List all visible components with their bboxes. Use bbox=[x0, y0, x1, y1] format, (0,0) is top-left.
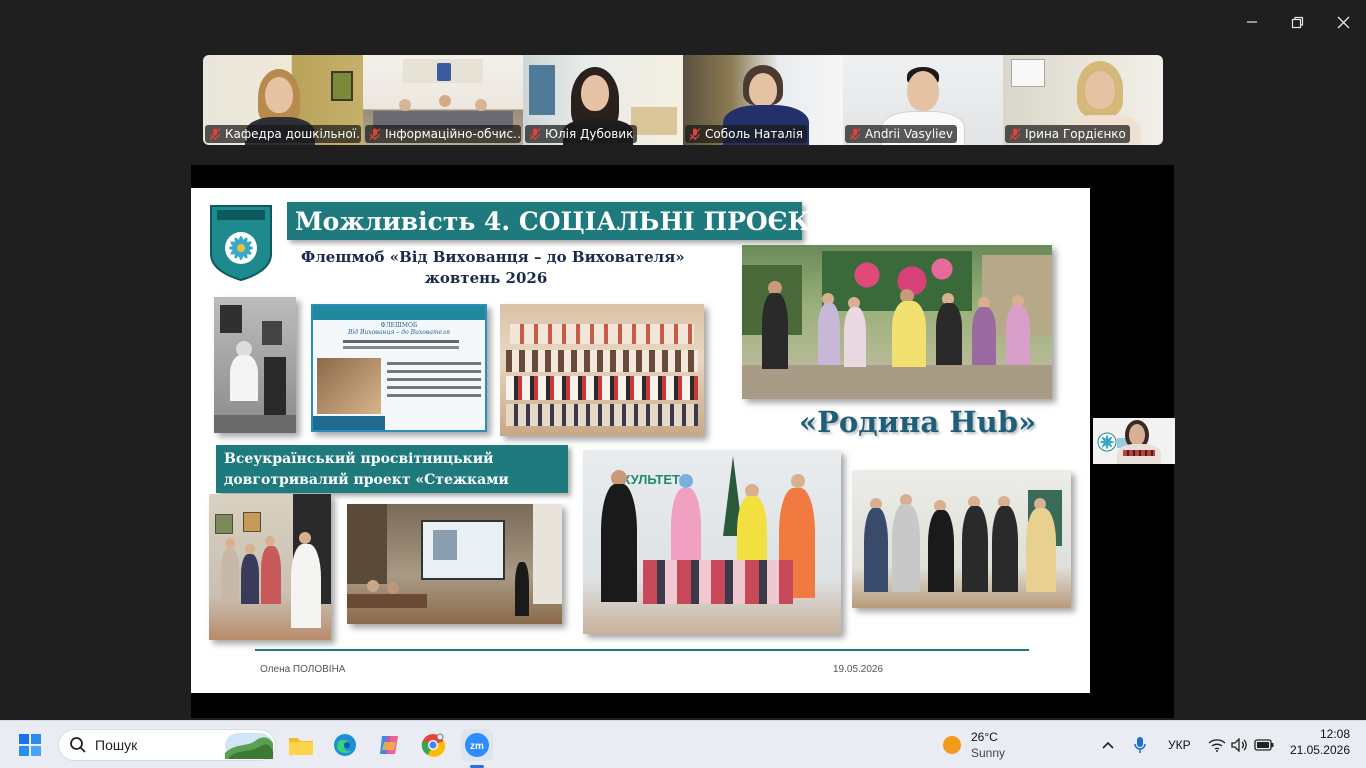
participant-tile[interactable]: Andrii Vasyliev bbox=[843, 55, 1003, 145]
search-placeholder: Пошук bbox=[95, 737, 138, 753]
stezhkamy-sofii-title: Всеукраїнський просвітницький довготрива… bbox=[216, 445, 568, 509]
chrome-button[interactable] bbox=[417, 729, 449, 761]
battery-button[interactable] bbox=[1250, 729, 1278, 761]
mic-off-icon bbox=[689, 128, 701, 140]
footer-divider bbox=[255, 649, 1029, 651]
photo-flashmob-poster: ФЛЕШМОБ Від Вихованця – до Вихователя bbox=[311, 304, 487, 432]
mic-off-icon bbox=[1009, 128, 1021, 140]
slide-title: Можливість 4. СОЦІАЛЬНІ ПРОЄКТИ bbox=[287, 202, 853, 240]
restore-button[interactable] bbox=[1282, 8, 1312, 36]
file-explorer-button[interactable] bbox=[285, 729, 317, 761]
close-icon bbox=[1337, 16, 1349, 28]
zoom-meeting-window: Кафедра дошкільної… Інформаційно-обчис… bbox=[0, 0, 1366, 768]
photo-rodyna-hub bbox=[742, 245, 1052, 399]
edge-button[interactable] bbox=[329, 729, 361, 761]
speaker-icon bbox=[1231, 738, 1247, 752]
poster-title: ФЛЕШМОБ bbox=[380, 322, 418, 329]
show-hidden-icons-button[interactable] bbox=[1094, 729, 1122, 761]
participant-strip: Кафедра дошкільної… Інформаційно-обчис… bbox=[203, 55, 1163, 145]
participant-name-bar: Юлія Дубовик bbox=[525, 125, 638, 143]
participant-name: Інформаційно-обчис… bbox=[385, 127, 521, 141]
taskbar-search[interactable]: Пошук bbox=[58, 729, 276, 761]
clock-date: 21.05.2026 bbox=[1289, 743, 1350, 757]
presentation-slide: Можливість 4. СОЦІАЛЬНІ ПРОЄКТИ Флешмоб … bbox=[191, 188, 1090, 693]
zoom-button[interactable]: zm bbox=[461, 729, 493, 761]
chevron-up-icon bbox=[1102, 741, 1114, 749]
copilot-icon bbox=[380, 736, 398, 754]
windows-logo-icon bbox=[19, 734, 41, 756]
battery-icon bbox=[1254, 739, 1274, 751]
mic-off-icon bbox=[369, 128, 381, 140]
edge-icon bbox=[334, 734, 356, 756]
language-indicator[interactable]: УКР bbox=[1168, 738, 1191, 752]
project-line-1: Всеукраїнський просвітницький bbox=[224, 451, 494, 467]
weather-button[interactable] bbox=[936, 729, 968, 761]
mic-off-icon bbox=[209, 128, 221, 140]
photo-museum-visit bbox=[209, 494, 331, 640]
participant-name-bar: Соболь Наталія bbox=[685, 125, 807, 143]
participant-name-bar: Ірина Гордієнко bbox=[1005, 125, 1130, 143]
footer-author: Олена ПОЛОВІНА bbox=[260, 664, 346, 675]
participant-name: Соболь Наталія bbox=[705, 127, 803, 141]
search-highlight-icon bbox=[225, 733, 273, 759]
presenter-logo-icon bbox=[1097, 432, 1117, 452]
participant-name: Andrii Vasyliev bbox=[865, 127, 953, 141]
photo-vintage bbox=[214, 297, 296, 433]
svg-text:zm: zm bbox=[470, 741, 484, 752]
rodyna-hub-title: «Родина Hub» bbox=[799, 405, 1037, 439]
microphone-button[interactable] bbox=[1126, 729, 1154, 761]
close-button[interactable] bbox=[1328, 8, 1358, 36]
participant-tile[interactable]: Інформаційно-обчис… bbox=[363, 55, 523, 145]
photo-family-party: АКУЛЬТЕТ bbox=[583, 450, 841, 634]
university-logo bbox=[210, 205, 272, 282]
microphone-icon bbox=[1134, 737, 1146, 753]
photo-class-group bbox=[500, 304, 704, 436]
flashmob-date: жовтень 2026 bbox=[424, 269, 548, 287]
weather-temp: 26°C bbox=[971, 730, 998, 744]
sun-icon bbox=[943, 736, 961, 754]
chrome-icon bbox=[421, 733, 446, 757]
poster-subtitle: Від Вихованця – до Вихователя bbox=[348, 329, 450, 336]
restore-icon bbox=[1291, 16, 1303, 28]
weather-desc: Sunny bbox=[971, 746, 1006, 760]
participant-tile[interactable]: Ірина Гордієнко bbox=[1003, 55, 1163, 145]
participant-name: Ірина Гордієнко bbox=[1025, 127, 1126, 141]
participant-name: Кафедра дошкільної… bbox=[225, 127, 361, 141]
folder-icon bbox=[289, 738, 313, 755]
footer-date: 19.05.2026 bbox=[833, 664, 884, 675]
mic-off-icon bbox=[529, 128, 541, 140]
participant-name-bar: Інформаційно-обчис… bbox=[365, 125, 521, 143]
minimize-button[interactable] bbox=[1237, 8, 1267, 36]
participant-name: Юлія Дубовик bbox=[545, 127, 634, 141]
zoom-icon: zm bbox=[465, 733, 489, 757]
minimize-icon bbox=[1247, 21, 1257, 23]
mic-off-icon bbox=[849, 128, 861, 140]
photo-group-indoor bbox=[852, 470, 1071, 608]
photo-lecture-hall bbox=[347, 504, 562, 624]
start-button[interactable] bbox=[14, 729, 46, 761]
participant-name-bar: Andrii Vasyliev bbox=[845, 125, 957, 143]
participant-tile[interactable]: Соболь Наталія bbox=[683, 55, 843, 145]
clock[interactable]: 12:08 21.05.2026 bbox=[1286, 727, 1350, 757]
participant-tile-active[interactable]: Юлія Дубовик bbox=[523, 55, 683, 145]
clock-time: 12:08 bbox=[1319, 727, 1350, 741]
search-icon bbox=[70, 737, 86, 753]
participant-name-bar: Кафедра дошкільної… bbox=[205, 125, 361, 143]
participant-tile[interactable]: Кафедра дошкільної… bbox=[203, 55, 363, 145]
windows-taskbar: Пошук zm 26°C Sunny УКР 12:08 21.05.2026 bbox=[0, 720, 1366, 768]
presenter-video[interactable] bbox=[1093, 418, 1175, 464]
copilot-button[interactable] bbox=[373, 729, 405, 761]
flashmob-title: Флешмоб «Від Вихованця – до Вихователя» bbox=[301, 248, 685, 266]
wifi-icon bbox=[1208, 739, 1226, 752]
